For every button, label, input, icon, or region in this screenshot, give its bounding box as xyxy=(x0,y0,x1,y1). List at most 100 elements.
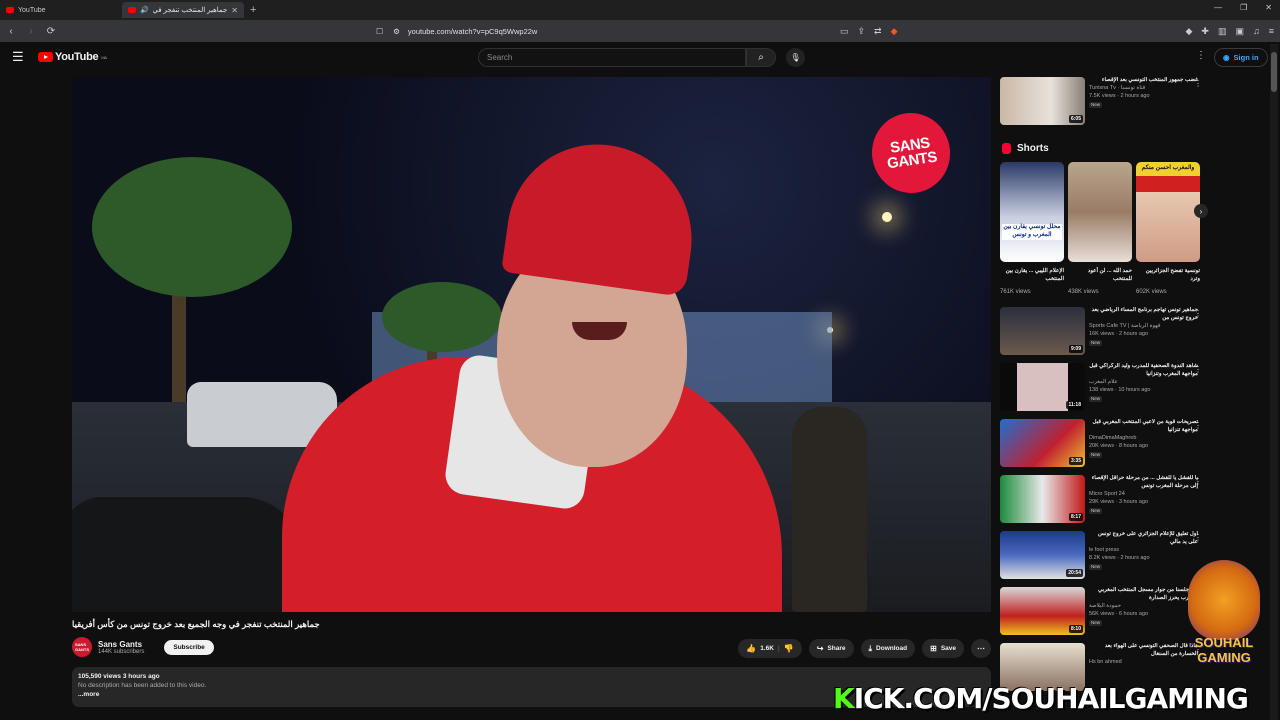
url-text: youtube.com/watch?v=pC9q5Wwp22w xyxy=(407,26,538,36)
video-title[interactable]: يا للفشل يا للفشل ... من مرحلة حراقل الإ… xyxy=(1089,475,1198,491)
shorts-header: Shorts xyxy=(1002,143,1206,154)
browser-menu-icon[interactable]: ≡ xyxy=(1269,26,1274,37)
list-item[interactable]: 3:35 تصريحات قوية من لاعبي المنتخب المغر… xyxy=(1000,419,1206,475)
video-player[interactable]: SANS GANTS xyxy=(72,77,991,612)
channel-name[interactable]: Tunisna Tv · قناة تونسنا xyxy=(1089,85,1198,93)
channel-name[interactable]: Sans Gants xyxy=(98,640,144,649)
share-page-icon[interactable]: ⇪ xyxy=(857,26,865,37)
video-info: تصريحات قوية من لاعبي المنتخب المغربي قب… xyxy=(1089,419,1206,475)
bookmark-icon[interactable]: ☐ xyxy=(376,27,383,36)
list-item[interactable]: 9:09 جماهير تونس تهاجم برنامج المساء الر… xyxy=(1000,307,1206,363)
sidebar-icon[interactable]: ▥ xyxy=(1218,26,1227,37)
short-thumbnail[interactable]: محلل تونسي يقارن بين المغرب و تونس xyxy=(1000,162,1064,262)
video-title[interactable]: شاهد الندوة الصحفية للمدرب وليد الركراكي… xyxy=(1089,363,1198,379)
back-icon[interactable]: ‹ xyxy=(6,26,16,37)
short-item[interactable]: حمد الله ... لن أعود للمنتخب 438K views xyxy=(1068,162,1132,295)
video-title-text: جماهير المنتخب تنفجر في وجه الجميع بعد خ… xyxy=(72,619,320,629)
list-item[interactable]: 11:18 شاهد الندوة الصحفية للمدرب وليد ال… xyxy=(1000,363,1206,419)
region-code: MA xyxy=(101,54,107,60)
search-button[interactable]: ⌕ xyxy=(746,48,776,67)
translate-icon[interactable]: ⇄ xyxy=(874,26,882,37)
extensions-icon[interactable]: ✚ xyxy=(1201,26,1209,37)
maximize-icon[interactable]: ❐ xyxy=(1240,3,1247,12)
speaker-icon[interactable]: 🔊 xyxy=(140,6,149,14)
wallet-icon[interactable]: ▣ xyxy=(1235,26,1244,37)
shorts-icon xyxy=(1002,143,1011,154)
brave-shield-icon[interactable]: ◆ xyxy=(891,26,898,37)
share-button[interactable]: ↪ Share xyxy=(808,639,854,658)
browser-tab-youtube[interactable]: YouTube xyxy=(0,2,122,18)
scrollbar-thumb[interactable] xyxy=(1271,52,1277,92)
more-options-icon[interactable]: ⋮ xyxy=(1194,309,1202,318)
like-count: 1.6K xyxy=(760,645,774,652)
settings-menu-icon[interactable]: ⋮ xyxy=(1196,50,1206,61)
video-thumbnail[interactable]: 20:54 xyxy=(1000,531,1085,579)
search-input[interactable]: Search xyxy=(478,48,746,67)
save-button[interactable]: ⊞ Save xyxy=(922,639,964,658)
channel-name[interactable]: le foot press xyxy=(1089,547,1198,555)
video-thumbnail[interactable]: 11:18 xyxy=(1000,363,1085,411)
more-options-icon[interactable]: ⋮ xyxy=(1194,533,1202,542)
video-title[interactable]: أول تعليق للإعلام الجزائري على خروج تونس… xyxy=(1089,531,1198,547)
download-label: Download xyxy=(876,645,908,652)
video-thumbnail[interactable]: 3:35 xyxy=(1000,419,1085,467)
minimize-icon[interactable]: — xyxy=(1214,3,1222,12)
video-thumbnail[interactable]: 6:05 xyxy=(1000,77,1085,125)
channel-name[interactable]: Micro Sport 24 xyxy=(1089,491,1198,499)
site-info-icon[interactable]: ⚙ xyxy=(393,27,400,36)
video-title[interactable]: تصريحات قوية من لاعبي المنتخب المغربي قب… xyxy=(1089,419,1198,435)
download-button[interactable]: ⤓ Download xyxy=(860,639,916,658)
more-actions-button[interactable]: ⋯ xyxy=(971,639,991,658)
short-thumbnail[interactable]: والمغرب احسن منكم xyxy=(1136,162,1200,262)
short-overlay-text: والمغرب احسن منكم xyxy=(1141,165,1195,171)
video-info: جماهير تونس تهاجم برنامج المساء الرياضي … xyxy=(1089,307,1206,363)
more-options-icon[interactable]: ⋮ xyxy=(1194,421,1202,430)
list-item[interactable]: 6:05 غضب جمهور المنتخب التونسي بعد الإقص… xyxy=(1000,77,1206,133)
voice-search-button[interactable]: 🎙 xyxy=(786,48,805,67)
list-item[interactable]: 8:17 يا للفشل يا للفشل ... من مرحلة حراق… xyxy=(1000,475,1206,531)
channel-name[interactable]: علام المغرب xyxy=(1089,379,1198,387)
youtube-logo[interactable]: YouTube MA xyxy=(38,51,107,63)
subscribe-button[interactable]: Subscribe xyxy=(164,639,214,655)
palm-fronds xyxy=(382,282,502,352)
url-field[interactable]: ⚙ youtube.com/watch?v=pC9q5Wwp22w xyxy=(393,27,830,36)
short-item[interactable]: والمغرب احسن منكم تونسية تفضح الجزائريين… xyxy=(1136,162,1200,295)
youtube-favicon-icon xyxy=(6,7,14,13)
close-window-icon[interactable]: ✕ xyxy=(1265,3,1272,12)
cast-icon[interactable]: ▭ xyxy=(840,26,849,37)
more-options-icon[interactable]: ⋮ xyxy=(1194,477,1202,486)
channel-avatar[interactable]: SANS GANTS xyxy=(72,637,92,657)
sign-in-label: Sign in xyxy=(1233,53,1259,62)
forward-icon[interactable]: › xyxy=(26,26,36,37)
view-count: 20K views · 8 hours ago xyxy=(1089,442,1149,449)
more-options-icon[interactable]: ⋮ xyxy=(1194,365,1202,374)
window-controls: — ❐ ✕ xyxy=(1214,3,1272,12)
chevron-right-icon[interactable]: › xyxy=(1194,204,1208,218)
thumbs-down-icon[interactable]: 👎 xyxy=(784,644,794,653)
short-title: حمد الله ... لن أعود للمنتخب xyxy=(1087,268,1132,283)
save-playlist-icon: ⊞ xyxy=(930,644,937,653)
close-tab-icon[interactable]: ✕ xyxy=(231,6,238,15)
pedestrian xyxy=(792,407,867,612)
hamburger-menu-icon[interactable]: ☰ xyxy=(12,49,26,65)
new-badge: New xyxy=(1089,101,1103,109)
video-title[interactable]: غضب جمهور المنتخب التونسي بعد الإقصاء xyxy=(1089,77,1198,85)
new-tab-button[interactable]: + xyxy=(250,4,256,16)
rewards-icon[interactable]: ◆ xyxy=(1185,26,1192,37)
media-icon[interactable]: ♫ xyxy=(1253,26,1260,37)
video-title[interactable]: جماهير تونس تهاجم برنامج المساء الرياضي … xyxy=(1089,307,1198,323)
youtube-header: ☰ YouTube MA Search ⌕ 🎙 ⋮ ◉ Sign in xyxy=(0,42,1280,72)
short-item[interactable]: محلل تونسي يقارن بين المغرب و تونس الإعل… xyxy=(1000,162,1064,295)
browser-tab-video[interactable]: 🔊 جماهير المنتخب تنفجر في وجه ✕ xyxy=(122,2,244,18)
channel-name[interactable]: Sports Cafe TV | قهوة الرياضة xyxy=(1089,323,1198,331)
reload-icon[interactable]: ⟳ xyxy=(46,26,56,37)
more-options-icon[interactable]: ⋮ xyxy=(1194,79,1202,88)
short-thumbnail[interactable] xyxy=(1068,162,1132,262)
sign-in-button[interactable]: ◉ Sign in xyxy=(1214,48,1268,67)
video-thumbnail[interactable]: 8:17 xyxy=(1000,475,1085,523)
video-thumbnail[interactable]: 9:09 xyxy=(1000,307,1085,355)
like-button[interactable]: 👍 1.6K | 👎 xyxy=(738,639,802,658)
address-bar: ‹ › ⟳ ☐ ⚙ youtube.com/watch?v=pC9q5Wwp22… xyxy=(0,20,1280,42)
video-thumbnail[interactable]: 8:10 xyxy=(1000,587,1085,635)
channel-name[interactable]: DimaDimaMaghreb xyxy=(1089,435,1198,443)
